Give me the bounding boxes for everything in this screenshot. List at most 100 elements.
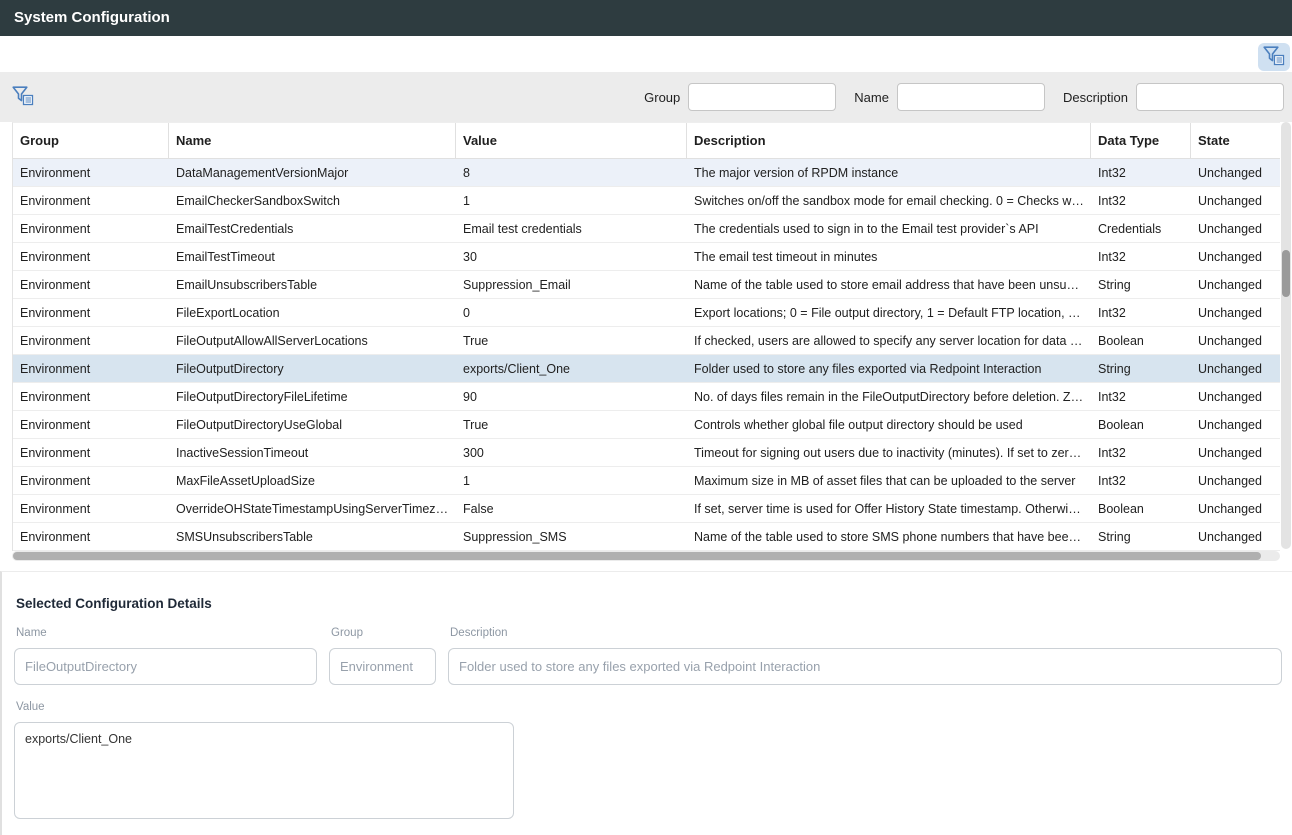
cell-group: Environment (20, 306, 96, 320)
cell-group: Environment (20, 530, 96, 544)
table-row[interactable]: Environment SMSUnsubscribersTable Suppre… (13, 523, 1280, 551)
cell-group: Environment (20, 278, 96, 292)
cell-state: Unchanged (1198, 194, 1268, 208)
selected-configuration-details: Selected Configuration Details Name Grou… (0, 571, 1292, 835)
filter-toggle-button[interactable] (1258, 43, 1290, 71)
cell-description: Switches on/off the sandbox mode for ema… (694, 194, 1091, 208)
group-filter-label: Group (644, 90, 680, 105)
cell-datatype: Boolean (1098, 334, 1150, 348)
cell-state: Unchanged (1198, 446, 1268, 460)
horizontal-scrollbar-thumb[interactable] (13, 552, 1261, 560)
cell-value: exports/Client_One (463, 362, 576, 376)
cell-description: Folder used to store any files exported … (694, 362, 1047, 376)
filter-button[interactable] (12, 83, 42, 111)
table-row[interactable]: Environment EmailUnsubscribersTable Supp… (13, 271, 1280, 299)
details-group-input[interactable] (329, 648, 436, 685)
details-description-input[interactable] (448, 648, 1282, 685)
column-header-name[interactable]: Name (169, 123, 456, 158)
cell-name: FileOutputDirectoryFileLifetime (176, 390, 354, 404)
filter-bar: Group Name Description (0, 72, 1292, 122)
table-row[interactable]: Environment MaxFileAssetUploadSize 1 Max… (13, 467, 1280, 495)
name-filter-label: Name (854, 90, 889, 105)
description-filter-input[interactable] (1136, 83, 1284, 111)
details-field-name: Name (14, 627, 317, 685)
cell-name: FileOutputDirectory (176, 362, 290, 376)
cell-name: SMSUnsubscribersTable (176, 530, 319, 544)
column-header-datatype[interactable]: Data Type (1091, 123, 1191, 158)
cell-datatype: Int32 (1098, 250, 1132, 264)
cell-name: FileExportLocation (176, 306, 286, 320)
cell-state: Unchanged (1198, 334, 1268, 348)
description-filter-label: Description (1063, 90, 1128, 105)
column-header-state[interactable]: State (1191, 123, 1280, 158)
details-name-input[interactable] (14, 648, 317, 685)
name-filter-input[interactable] (897, 83, 1045, 111)
details-field-value: Value exports/Client_One (14, 701, 1270, 819)
column-header-group[interactable]: Group (13, 123, 169, 158)
cell-datatype: String (1098, 362, 1137, 376)
table-row[interactable]: Environment EmailTestTimeout 30 The emai… (13, 243, 1280, 271)
cell-datatype: Int32 (1098, 390, 1132, 404)
cell-state: Unchanged (1198, 418, 1268, 432)
cell-datatype: Credentials (1098, 222, 1167, 236)
cell-state: Unchanged (1198, 166, 1268, 180)
column-header-description[interactable]: Description (687, 123, 1091, 158)
filter-field-group: Group (644, 83, 836, 111)
config-table: Group Name Value Description Data Type S… (12, 122, 1280, 551)
details-value-textarea[interactable]: exports/Client_One (14, 722, 514, 819)
filter-list-icon (1263, 46, 1285, 69)
cell-state: Unchanged (1198, 502, 1268, 516)
table-row[interactable]: Environment InactiveSessionTimeout 300 T… (13, 439, 1280, 467)
cell-group: Environment (20, 362, 96, 376)
cell-name: MaxFileAssetUploadSize (176, 474, 321, 488)
cell-value: 0 (463, 306, 476, 320)
vertical-scrollbar[interactable] (1281, 122, 1291, 549)
cell-description: If checked, users are allowed to specify… (694, 334, 1091, 348)
cell-datatype: Boolean (1098, 418, 1150, 432)
table-row[interactable]: Environment DataManagementVersionMajor 8… (13, 159, 1280, 187)
table-row[interactable]: Environment FileOutputDirectoryFileLifet… (13, 383, 1280, 411)
cell-state: Unchanged (1198, 278, 1268, 292)
cell-value: 8 (463, 166, 476, 180)
cell-value: True (463, 418, 494, 432)
cell-value: 300 (463, 446, 490, 460)
cell-value: 1 (463, 194, 476, 208)
vertical-scrollbar-thumb[interactable] (1282, 250, 1290, 297)
cell-name: EmailUnsubscribersTable (176, 278, 323, 292)
table-row[interactable]: Environment EmailCheckerSandboxSwitch 1 … (13, 187, 1280, 215)
cell-description: Name of the table used to store email ad… (694, 278, 1091, 292)
cell-group: Environment (20, 334, 96, 348)
table-row[interactable]: Environment FileOutputDirectoryUseGlobal… (13, 411, 1280, 439)
cell-datatype: Int32 (1098, 446, 1132, 460)
cell-value: 90 (463, 390, 483, 404)
filter-field-name: Name (854, 83, 1045, 111)
cell-description: No. of days files remain in the FileOutp… (694, 390, 1091, 404)
horizontal-scrollbar[interactable] (12, 551, 1280, 561)
cell-datatype: Int32 (1098, 474, 1132, 488)
column-header-value[interactable]: Value (456, 123, 687, 158)
table-row[interactable]: Environment FileOutputAllowAllServerLoca… (13, 327, 1280, 355)
details-field-description: Description (448, 627, 1282, 685)
config-table-section: Group Name Value Description Data Type S… (0, 122, 1292, 561)
cell-state: Unchanged (1198, 306, 1268, 320)
group-filter-input[interactable] (688, 83, 836, 111)
cell-group: Environment (20, 474, 96, 488)
cell-state: Unchanged (1198, 362, 1268, 376)
filter-field-description: Description (1063, 83, 1284, 111)
table-row[interactable]: Environment FileOutputDirectory exports/… (13, 355, 1280, 383)
config-table-header: Group Name Value Description Data Type S… (13, 123, 1280, 159)
cell-value: True (463, 334, 494, 348)
table-row[interactable]: Environment OverrideOHStateTimestampUsin… (13, 495, 1280, 523)
table-row[interactable]: Environment EmailTestCredentials Email t… (13, 215, 1280, 243)
details-fields-row: Name Group Description (14, 627, 1282, 685)
cell-state: Unchanged (1198, 222, 1268, 236)
cell-datatype: Int32 (1098, 166, 1132, 180)
details-description-label: Description (448, 627, 1282, 639)
filter-list-icon (12, 86, 34, 109)
cell-group: Environment (20, 418, 96, 432)
cell-datatype: Boolean (1098, 502, 1150, 516)
cell-name: OverrideOHStateTimestampUsingServerTimez… (176, 502, 456, 516)
cell-name: FileOutputDirectoryUseGlobal (176, 418, 348, 432)
table-row[interactable]: Environment FileExportLocation 0 Export … (13, 299, 1280, 327)
cell-value: False (463, 502, 500, 516)
